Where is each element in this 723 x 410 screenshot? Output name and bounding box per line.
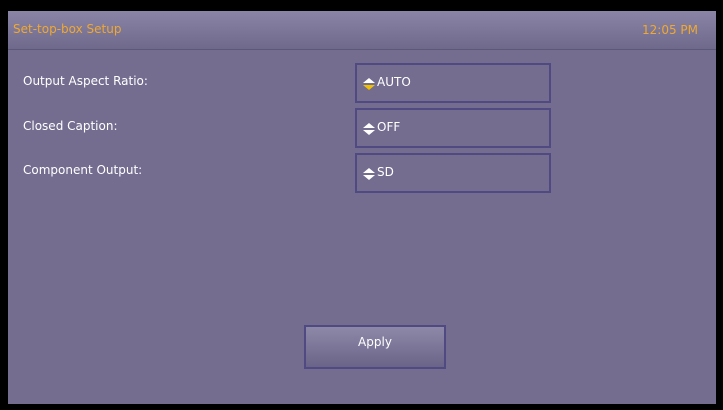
component-output-value: SD xyxy=(377,165,394,179)
header-bar: Set-top-box Setup 12:05 PM xyxy=(8,11,716,50)
apply-button-label: Apply xyxy=(358,335,392,349)
up-down-arrows-icon xyxy=(363,78,375,90)
setup-screen: Set-top-box Setup 12:05 PM Output Aspect… xyxy=(8,11,716,404)
closed-caption-label: Closed Caption: xyxy=(23,119,118,133)
clock: 12:05 PM xyxy=(642,23,698,37)
apply-button[interactable]: Apply xyxy=(304,325,446,369)
closed-caption-value: OFF xyxy=(377,120,401,134)
component-output-selector[interactable]: SD xyxy=(355,153,551,193)
page-title: Set-top-box Setup xyxy=(13,22,122,36)
component-output-label: Component Output: xyxy=(23,163,143,177)
aspect-ratio-selector[interactable]: AUTO xyxy=(355,63,551,103)
device-frame: Set-top-box Setup 12:05 PM Output Aspect… xyxy=(0,0,723,410)
up-down-arrows-icon xyxy=(363,123,375,135)
up-down-arrows-icon xyxy=(363,168,375,180)
aspect-ratio-value: AUTO xyxy=(377,75,411,89)
aspect-ratio-label: Output Aspect Ratio: xyxy=(23,74,148,88)
closed-caption-selector[interactable]: OFF xyxy=(355,108,551,148)
